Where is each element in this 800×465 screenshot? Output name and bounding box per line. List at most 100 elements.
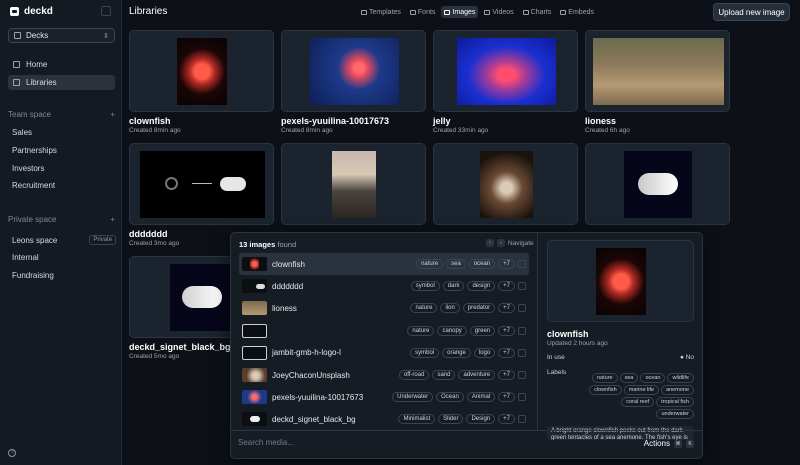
- brand[interactable]: deckd: [10, 6, 53, 17]
- list-item[interactable]: jambit-gmb-h-logo-l symbol orange logo +…: [239, 342, 529, 364]
- image-thumbnail[interactable]: [585, 30, 730, 112]
- list-item[interactable]: pexels-yuuilina-10017673 Underwater Ocea…: [239, 386, 529, 408]
- image-thumbnail[interactable]: [129, 143, 274, 225]
- list-item[interactable]: deckd_signet_black_bg Minimalist Slider …: [239, 408, 529, 430]
- image-thumbnail[interactable]: [433, 30, 578, 112]
- label-tag[interactable]: nature: [592, 373, 618, 383]
- sidebar-item-leons-space[interactable]: Leons space Private: [12, 235, 117, 245]
- upload-image-button[interactable]: Upload new image: [713, 3, 790, 21]
- list-item[interactable]: clownfish nature sea ocean +7: [239, 253, 529, 276]
- signet-image: [170, 264, 235, 331]
- row-tags: Minimalist Slider Design +7: [398, 414, 526, 425]
- sidebar-item-investors[interactable]: Investors: [12, 164, 44, 173]
- image-icon: [518, 260, 526, 269]
- home-icon: [13, 61, 20, 68]
- tag: predator: [462, 303, 496, 314]
- in-use-value-text: No: [685, 354, 694, 361]
- jelly-image: [457, 38, 556, 105]
- tab-fonts[interactable]: Fonts: [407, 6, 439, 18]
- image-thumbnail[interactable]: [281, 30, 426, 112]
- sidebar-item-label: Internal: [12, 253, 39, 262]
- list-item[interactable]: nature canopy green +7: [239, 320, 529, 342]
- sidebar-item-recruitment[interactable]: Recruitment: [12, 181, 55, 190]
- row-thumbnail: [242, 257, 267, 272]
- tab-label: Charts: [530, 8, 552, 16]
- image-card[interactable]: [281, 143, 426, 225]
- card-subtitle: Created 8min ago: [281, 127, 333, 134]
- tab-videos[interactable]: Videos: [481, 6, 516, 18]
- sidebar-item-fundraising[interactable]: Fundraising: [12, 271, 54, 280]
- chevron-updown-icon: ⇕: [103, 32, 109, 40]
- image-thumbnail[interactable]: [281, 143, 426, 225]
- card-subtitle: Created 8min ago: [129, 127, 181, 134]
- tab-images[interactable]: Images: [441, 6, 479, 18]
- sidebar-item-partnerships[interactable]: Partnerships: [12, 146, 57, 155]
- navigate-hint: ↑ ↓ Navigate: [486, 239, 534, 247]
- add-icon[interactable]: +: [110, 110, 115, 119]
- sidebar-item-sales[interactable]: Sales: [12, 128, 32, 137]
- list-item[interactable]: lioness nature lion predator +7: [239, 297, 529, 319]
- label-tag[interactable]: clownfish: [589, 385, 622, 395]
- label-tag[interactable]: anemone: [661, 385, 694, 395]
- sidebar-item-label: Recruitment: [12, 181, 56, 190]
- label-tag[interactable]: underwater: [656, 409, 694, 419]
- tag: nature: [416, 259, 444, 270]
- row-tags: symbol dark design +7: [410, 281, 526, 292]
- embeds-icon: [560, 9, 567, 15]
- image-thumbnail[interactable]: [433, 143, 578, 225]
- card-title: pexels-yuuilina-10017673: [281, 116, 390, 126]
- label-tag[interactable]: wildlife: [667, 373, 694, 383]
- row-thumbnail: [242, 368, 267, 383]
- label-tag[interactable]: sea: [619, 373, 639, 383]
- sidebar-item-home[interactable]: Home: [8, 57, 115, 72]
- image-icon: [518, 282, 526, 291]
- sidebar-item-internal[interactable]: Internal: [12, 253, 39, 262]
- image-card[interactable]: pexels-yuuilina-10017673 Created 8min ag…: [281, 30, 426, 134]
- tag: green: [469, 325, 496, 336]
- list-item[interactable]: JoeyChaconUnsplash off-road sand adventu…: [239, 364, 529, 386]
- label-tag[interactable]: tropical fish: [656, 397, 694, 407]
- detail-panel: clownfish Updated 2 hours ago In use ● N…: [547, 240, 694, 440]
- section-label: Private space: [8, 215, 57, 224]
- row-name: ddddddd: [272, 281, 304, 291]
- more-tags: +7: [498, 325, 515, 336]
- deck-icon: [14, 32, 21, 39]
- videos-icon: [484, 9, 491, 15]
- tag: design: [467, 281, 496, 292]
- image-thumbnail[interactable]: [129, 30, 274, 112]
- sidebar-item-label: Fundraising: [12, 271, 54, 280]
- search-input[interactable]: [238, 438, 488, 447]
- detail-thumbnail[interactable]: [547, 240, 694, 322]
- tab-charts[interactable]: Charts: [520, 6, 555, 18]
- image-card[interactable]: lioness Created 6h ago: [585, 30, 730, 134]
- add-icon[interactable]: +: [110, 215, 115, 224]
- image-card[interactable]: [585, 143, 730, 225]
- sidebar-item-label: Libraries: [26, 78, 57, 87]
- image-thumbnail[interactable]: [585, 143, 730, 225]
- help-icon[interactable]: ?: [8, 449, 16, 457]
- label-tag[interactable]: marine life: [623, 385, 660, 395]
- sidebar-item-libraries[interactable]: Libraries: [8, 75, 115, 90]
- sidebar-item-label: Partnerships: [12, 146, 57, 155]
- library-icon: [13, 79, 20, 86]
- tag: lion: [440, 303, 460, 314]
- navigate-label: Navigate: [508, 239, 534, 247]
- tag: logo: [473, 347, 496, 358]
- label-tag[interactable]: coral reef: [621, 397, 655, 407]
- deck-select[interactable]: Decks ⇕: [8, 28, 115, 43]
- card-title: clownfish: [129, 116, 171, 126]
- collapse-sidebar-icon[interactable]: [101, 6, 111, 16]
- label-tag[interactable]: ocean: [640, 373, 666, 383]
- row-thumbnail: [242, 279, 267, 294]
- tag: Slider: [438, 414, 464, 425]
- list-item[interactable]: ddddddd symbol dark design +7: [239, 275, 529, 297]
- image-card[interactable]: clownfish Created 8min ago: [129, 30, 274, 134]
- image-card[interactable]: jelly Created 33min ago: [433, 30, 578, 134]
- image-card[interactable]: [433, 143, 578, 225]
- page-title: Libraries: [129, 6, 168, 17]
- row-tags: off-road sand adventure +7: [398, 370, 526, 381]
- tab-embeds[interactable]: Embeds: [557, 6, 597, 18]
- actions-button[interactable]: Actions ⌘ K: [644, 439, 694, 448]
- tab-templates[interactable]: Templates: [358, 6, 404, 18]
- row-thumbnail: [242, 412, 267, 427]
